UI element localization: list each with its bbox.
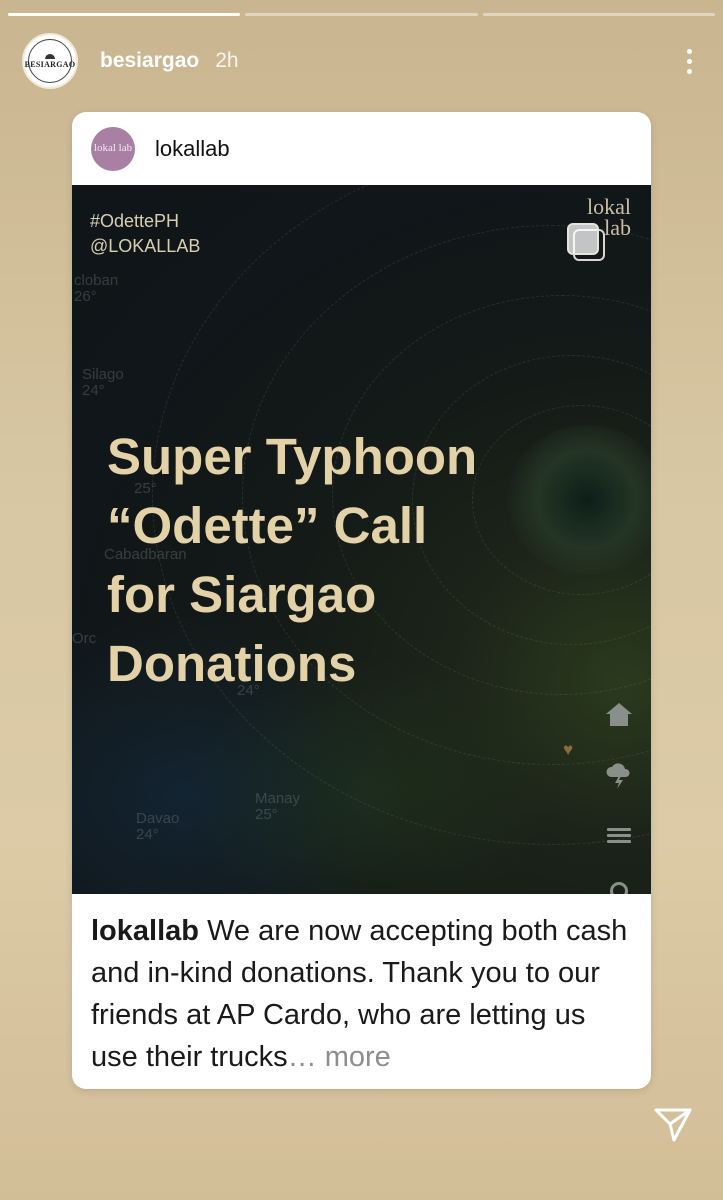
post-caption: lokallab We are now accepting both cash …: [72, 894, 651, 1078]
caption-username[interactable]: lokallab: [91, 915, 199, 947]
image-headline: Super Typhoon “Odette” Call for Siargao …: [107, 422, 527, 698]
post-avatar[interactable]: lokal lab: [91, 126, 135, 171]
story-username[interactable]: besiargao: [100, 49, 199, 73]
headline-line: Donations: [107, 635, 357, 692]
post-username[interactable]: lokallab: [155, 136, 230, 162]
story-progress-bars: [8, 13, 715, 16]
hamburger-menu-icon: [605, 821, 633, 849]
headline-line: “Odette” Call: [107, 497, 428, 554]
story-progress-segment: [245, 13, 478, 16]
search-icon: [605, 877, 633, 894]
more-vertical-icon[interactable]: [677, 43, 701, 79]
send-icon[interactable]: [653, 1104, 693, 1144]
story-avatar[interactable]: BESIARGAO: [22, 33, 78, 89]
map-label: Orc: [72, 630, 97, 647]
avatar-logo: BESIARGAO: [25, 39, 75, 83]
headline-line: Super Typhoon: [107, 428, 478, 485]
story-progress-segment: [482, 13, 715, 16]
map-label: cloban 26°: [74, 272, 119, 305]
map-label: Manay 25°: [255, 790, 301, 823]
image-handle: @LOKALLAB: [90, 236, 201, 257]
cloud-lightning-icon: [605, 761, 633, 789]
avatar-logo-text: BESIARGAO: [24, 59, 76, 69]
lokallab-logo: lokal lab: [567, 196, 631, 261]
map-label: Silago 24°: [82, 366, 124, 399]
heart-icon: ♥: [563, 740, 574, 759]
image-hashtag-block: #OdettePH @LOKALLAB: [90, 209, 200, 259]
story-time-ago: 2h: [215, 49, 239, 72]
caption-more-link[interactable]: more: [325, 1041, 391, 1073]
home-icon: [605, 701, 633, 729]
story-progress-segment: [8, 13, 241, 16]
map-label: Davao 24°: [136, 810, 180, 843]
copy-icon: [567, 223, 599, 255]
story-header: BESIARGAO besiargao 2h: [22, 32, 701, 90]
headline-line: for Siargao: [107, 566, 377, 623]
logo-emblem: [45, 53, 55, 59]
story-progress-fill: [8, 13, 241, 16]
shared-post-card[interactable]: lokal lab lokallab cloban 26° Silago 24° 2…: [72, 112, 651, 1089]
post-image: cloban 26° Silago 24° 25° Cabadbaran Orc 2…: [72, 185, 651, 894]
image-hashtag: #OdettePH: [90, 211, 180, 231]
caption-ellipsis: …: [287, 1041, 317, 1073]
post-header: lokal lab lokallab: [72, 112, 651, 185]
